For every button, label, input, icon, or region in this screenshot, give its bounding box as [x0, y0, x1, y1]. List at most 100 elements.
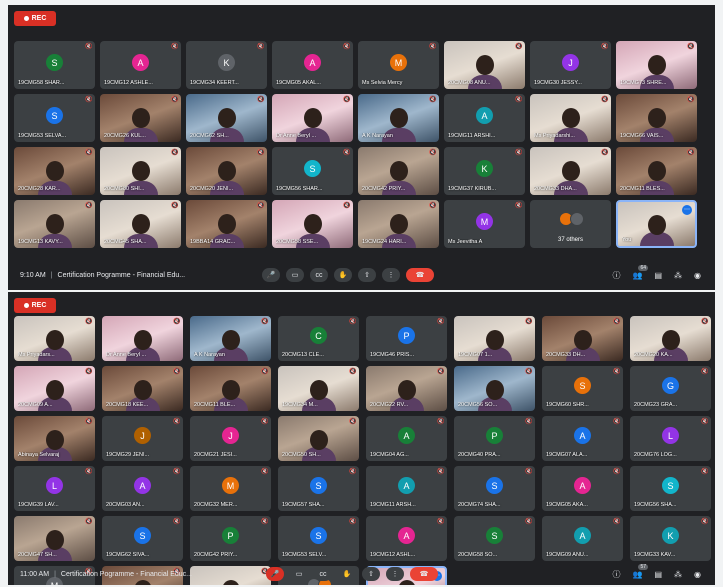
participant-tile[interactable]: 🔇 A K Narayan: [358, 94, 439, 142]
participant-tile[interactable]: 🔇 20CMG11 BLES...: [616, 147, 697, 195]
participant-tile[interactable]: 🔇 20CMG56 SO...: [454, 366, 535, 411]
participant-name: 20CMG45 SHA...: [104, 239, 147, 245]
people-icon[interactable]: 👥 57: [632, 563, 649, 579]
participant-tile[interactable]: A 🔇 19CMG05 AKA...: [542, 466, 623, 511]
participant-tile[interactable]: S 🔇 19CMG56 SHAR...: [272, 147, 353, 195]
participant-tile[interactable]: S 🔇 19CMG58 SHAR...: [14, 41, 95, 89]
participant-tile[interactable]: 🔇 Dr Anne Beryl ...: [272, 94, 353, 142]
participant-tile[interactable]: M 🔇 20CMG32 MER...: [190, 466, 271, 511]
participant-tile[interactable]: 🔇 20CMG33 DH...: [542, 316, 623, 361]
participant-tile[interactable]: J 🔇 19CMG30 JESSY...: [530, 41, 611, 89]
self-tile[interactable]: ⋯ You: [616, 200, 697, 248]
participant-tile[interactable]: A 🔇 19CMG05 AKAL...: [272, 41, 353, 89]
host-controls-icon[interactable]: ◉: [694, 271, 701, 280]
captions-button[interactable]: cc: [310, 268, 328, 282]
participant-tile[interactable]: 🔇 20CMG33 DHA...: [530, 147, 611, 195]
tile-more-button[interactable]: ⋯: [682, 205, 692, 215]
participant-tile[interactable]: 🔇 20CMG26 KUL...: [100, 94, 181, 142]
captions-button[interactable]: cc: [314, 567, 332, 581]
participant-tile[interactable]: 🔇 19CMG13 KAVY...: [14, 200, 95, 248]
end-call-button[interactable]: ☎: [406, 268, 434, 282]
participant-tile[interactable]: 🔇 Abinaya Selvaraj: [14, 416, 95, 461]
activities-icon[interactable]: ⁂: [674, 570, 682, 579]
avatar: A: [574, 527, 591, 544]
people-icon[interactable]: 👥 64: [632, 264, 649, 280]
participant-tile[interactable]: 🔇 19BBA14 GRAC...: [186, 200, 267, 248]
participant-tile[interactable]: 🔇 20CMG20 JENI...: [186, 147, 267, 195]
participant-tile[interactable]: 🔇 19CMG24 HARI...: [358, 200, 439, 248]
participant-tile[interactable]: 🔇 20CMG45 SHA...: [100, 200, 181, 248]
info-icon[interactable]: ⓘ: [612, 270, 620, 281]
participant-tile[interactable]: 🔇 A K Narayan: [190, 316, 271, 361]
participant-tile[interactable]: 🔇 Ms Priyadars...: [14, 316, 95, 361]
participant-tile[interactable]: S 🔇 19CMG53 SELV...: [278, 516, 359, 561]
participant-tile[interactable]: C 🔇 20CMG13 CLE...: [278, 316, 359, 361]
participant-tile[interactable]: M 🔇 Ms Selvia Mercy: [358, 41, 439, 89]
participant-tile[interactable]: K 🔇 19CMG37 KIRUB...: [444, 147, 525, 195]
participant-tile[interactable]: S 🔇 19CMG57 SHA...: [278, 466, 359, 511]
participant-tile[interactable]: L 🔇 19CMG39 LAV...: [14, 466, 95, 511]
participant-tile[interactable]: P 🔇 20CMG40 PRA...: [454, 416, 535, 461]
participant-tile[interactable]: S 🔇 19CMG60 SHR...: [542, 366, 623, 411]
participant-tile[interactable]: 🔇 20CMG08 ANU...: [444, 41, 525, 89]
participant-tile[interactable]: 🔇 20CMG09 A...: [14, 366, 95, 411]
participant-tile[interactable]: A 🔇 19CMG07 ALA...: [542, 416, 623, 461]
participant-tile[interactable]: L 🔇 20CMG76 LOG...: [630, 416, 711, 461]
participant-tile[interactable]: 🔇 20CMG18 KEE...: [102, 366, 183, 411]
raise-hand-button[interactable]: ✋: [334, 268, 352, 282]
participant-tile[interactable]: P 🔇 19CMG46 PRIS...: [366, 316, 447, 361]
participant-tile[interactable]: A 🔇 20CMG03 AN...: [102, 466, 183, 511]
present-button[interactable]: ⇧: [362, 567, 380, 581]
end-call-button[interactable]: ☎: [410, 567, 438, 581]
participant-tile[interactable]: 🔇 20CMG42 PRIY...: [358, 147, 439, 195]
more-options-button[interactable]: ⋮: [386, 567, 404, 581]
participant-tile[interactable]: A 🔇 19CMG04 AG...: [366, 416, 447, 461]
participant-tile[interactable]: 🔇 19CMG66 VAIS...: [616, 94, 697, 142]
participant-tile[interactable]: 🔇 20CMG47 SH...: [14, 516, 95, 561]
participant-tile[interactable]: S 🔇 19CMG62 SIVA...: [102, 516, 183, 561]
participant-tile[interactable]: S 🔇 19CMG56 SHA...: [630, 466, 711, 511]
participant-tile[interactable]: 🔇 19CMG34 M...: [278, 366, 359, 411]
participant-tile[interactable]: J 🔇 20CMG21 JESI...: [190, 416, 271, 461]
camera-button[interactable]: ▭: [290, 567, 308, 581]
participant-tile[interactable]: J 🔇 19CMG29 JENI...: [102, 416, 183, 461]
avatar: K: [476, 160, 493, 177]
participant-tile[interactable]: K 🔇 19CMG33 KAV...: [630, 516, 711, 561]
present-button[interactable]: ⇧: [358, 268, 376, 282]
participant-tile[interactable]: 🔇 20CMG28 KAR...: [14, 147, 95, 195]
participant-tile[interactable]: S 🔇 20CMG58 SO...: [454, 516, 535, 561]
more-options-button[interactable]: ⋮: [382, 268, 400, 282]
host-controls-icon[interactable]: ◉: [694, 570, 701, 579]
raise-hand-button[interactable]: ✋: [338, 567, 356, 581]
mic-button[interactable]: 🎤: [262, 268, 280, 282]
participant-tile[interactable]: 🔇 Ms Priyadarshi...: [530, 94, 611, 142]
participant-tile[interactable]: K 🔇 19CMG34 KEERT...: [186, 41, 267, 89]
participant-tile[interactable]: M 🔇 Ms Jeevitha A: [444, 200, 525, 248]
participant-tile[interactable]: 🔇 20CMG22 RV...: [366, 366, 447, 411]
participant-tile[interactable]: A 🔇 19CMG12 ASHLE...: [100, 41, 181, 89]
info-icon[interactable]: ⓘ: [612, 569, 620, 580]
others-tile[interactable]: 37 others: [530, 200, 611, 248]
participant-tile[interactable]: 🔇 19CMG73 SHRE...: [616, 41, 697, 89]
participant-tile[interactable]: P 🔇 20CMG42 PRIY...: [190, 516, 271, 561]
participant-tile[interactable]: S 🔇 19CMG53 SELVA...: [14, 94, 95, 142]
participant-tile[interactable]: 🔇 20CMG62 SH...: [186, 94, 267, 142]
participant-tile[interactable]: A 🔇 19CMG09 ANU...: [542, 516, 623, 561]
participant-tile[interactable]: 🔇 20CMG80 SHI...: [100, 147, 181, 195]
mic-off-button[interactable]: 🎤: [266, 567, 284, 581]
camera-button[interactable]: ▭: [286, 268, 304, 282]
participant-tile[interactable]: A 🔇 19CMG11 ARSHI...: [444, 94, 525, 142]
participant-tile[interactable]: 🔇 20CMG50 SH...: [278, 416, 359, 461]
participant-tile[interactable]: A 🔇 19CMG12 ASHL...: [366, 516, 447, 561]
activities-icon[interactable]: ⁂: [674, 271, 682, 280]
participant-tile[interactable]: 🔇 20CMG20 KA...: [630, 316, 711, 361]
participant-tile[interactable]: 🔇 20CMG11 BLE...: [190, 366, 271, 411]
participant-tile[interactable]: 🔇 Dr Anne Beryl ...: [102, 316, 183, 361]
participant-tile[interactable]: 🔇 20CMG58 SSE...: [272, 200, 353, 248]
chat-icon[interactable]: ▤: [654, 570, 662, 579]
participant-tile[interactable]: S 🔇 20CMG74 SHA...: [454, 466, 535, 511]
participant-tile[interactable]: A 🔇 19CMG11 ARSH...: [366, 466, 447, 511]
participant-tile[interactable]: 🔇 19CMG07 1...: [454, 316, 535, 361]
chat-icon[interactable]: ▤: [654, 271, 662, 280]
participant-tile[interactable]: G 🔇 20CMG23 GRA...: [630, 366, 711, 411]
